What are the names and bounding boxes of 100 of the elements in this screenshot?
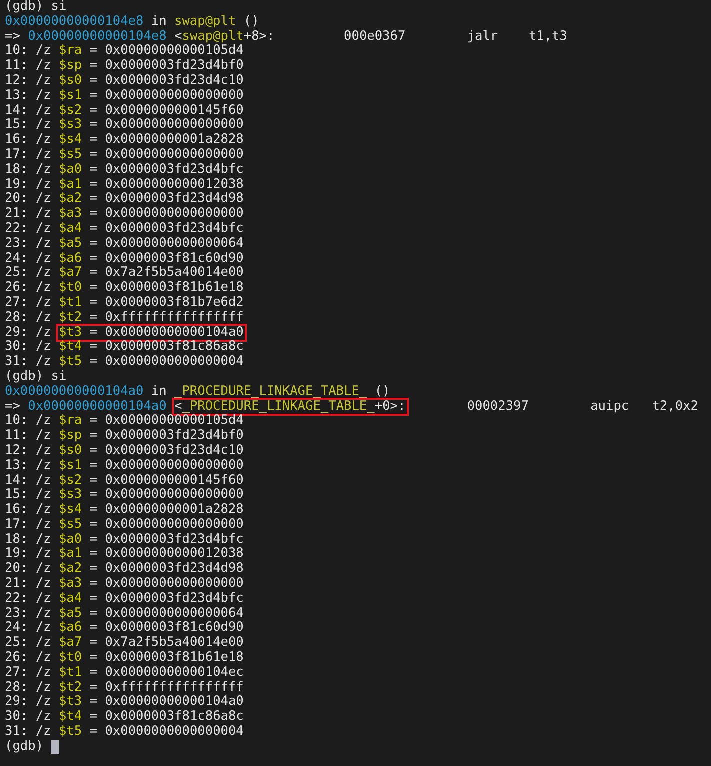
display-number: 21: (5, 577, 28, 592)
register-value: 0x0000003fd23d4d98 (105, 562, 244, 578)
symbol-label: <_PROCEDURE_LINKAGE_TABLE_+0>: (174, 400, 406, 414)
register-value: 0x0000003f81b7e6d2 (105, 296, 244, 311)
register-value: 0x0000003f81b61e18 (105, 651, 244, 666)
format-label: /z (36, 310, 52, 326)
equals-sign: = (90, 547, 98, 562)
format-label: /z (36, 44, 52, 60)
equals-sign: = (90, 725, 98, 740)
register-name: $a1 (58, 547, 82, 562)
equals-sign: = (90, 281, 98, 296)
register-value: 0x00000000000105d4 (105, 414, 244, 429)
register-name: $s0 (58, 74, 82, 89)
function-name: swap@plt (174, 14, 236, 30)
equals-sign: = (90, 680, 98, 696)
display-number: 24: (5, 252, 28, 266)
register-name: $t1 (58, 296, 82, 311)
format-label: /z (36, 178, 52, 192)
gdb-prompt: (gdb) (5, 0, 44, 15)
display-number: 14: (5, 474, 28, 488)
equals-sign: = (90, 148, 98, 163)
display-number: 30: (5, 340, 28, 356)
register-value: 0x0000000000012038 (105, 547, 244, 562)
equals-sign: = (90, 651, 98, 666)
display-number: 25: (5, 266, 28, 282)
register-name: $s2 (58, 104, 82, 118)
register-name: $sp (58, 429, 82, 444)
register-name: $a7 (58, 266, 82, 281)
format-label: /z (36, 695, 52, 710)
register-name: $s5 (58, 518, 82, 533)
format-label: /z (36, 458, 52, 474)
display-number: 31: (5, 725, 28, 740)
display-number: 12: (5, 444, 28, 459)
instruction-operands: t2,0x2 (652, 400, 698, 414)
register-value: 0x0000000000145f60 (105, 474, 244, 488)
instruction-encoding: 000e0367 (344, 30, 406, 44)
register-name: $t0 (58, 651, 82, 666)
equals-sign: = (90, 666, 98, 681)
format-label: /z (36, 547, 52, 562)
display-number: 18: (5, 162, 28, 178)
display-number: 23: (5, 236, 28, 252)
equals-sign: = (90, 133, 98, 148)
display-number: 30: (5, 710, 28, 726)
format-label: /z (36, 518, 52, 533)
register-value: 0x0000000000000000 (105, 207, 244, 222)
equals-sign: = (90, 88, 98, 104)
register-name: $s3 (58, 488, 82, 503)
current-arrow: => (5, 30, 20, 44)
format-label: /z (36, 192, 52, 208)
format-label: /z (36, 710, 52, 726)
register-name: $s4 (58, 133, 82, 148)
display-number: 13: (5, 458, 28, 474)
format-label: /z (36, 474, 52, 488)
register-name: $ra (58, 414, 82, 429)
register-name: $a3 (58, 577, 82, 592)
format-label: /z (36, 666, 52, 681)
in-keyword: in (151, 384, 167, 400)
register-name: $a4 (58, 222, 82, 237)
display-number: 20: (5, 562, 28, 578)
equals-sign: = (90, 222, 98, 237)
display-number: 29: (5, 695, 28, 710)
register-name: $a0 (58, 162, 82, 178)
register-value: 0x00000000000105d4 (105, 44, 244, 59)
register-value: 0x0000000000012038 (105, 178, 244, 192)
display-number: 10: (5, 414, 28, 430)
format-label: /z (36, 651, 52, 666)
register-value: 0x0000003f81c60d90 (105, 621, 244, 636)
format-label: /z (36, 680, 52, 696)
display-number: 29: (5, 326, 28, 340)
display-number: 18: (5, 532, 28, 548)
display-number: 19: (5, 178, 28, 192)
register-value: 0x7a2f5b5a40014e00 (105, 636, 244, 651)
register-name: $t2 (58, 680, 82, 695)
format-label: /z (36, 281, 52, 296)
function-name: _PROCEDURE_LINKAGE_TABLE_ (174, 384, 368, 400)
equals-sign: = (90, 340, 98, 356)
equals-sign: = (90, 252, 98, 266)
equals-sign: = (90, 710, 98, 726)
register-value: 0x0000000000000000 (105, 488, 244, 504)
register-name: $s4 (58, 503, 82, 518)
register-name: $t3 (58, 695, 82, 710)
equals-sign: = (90, 636, 98, 652)
format-label: /z (36, 266, 52, 282)
register-value: 0x0000003fd23d4bfc (105, 532, 244, 548)
address-text: 0x00000000000104a0 (5, 384, 144, 400)
register-name: $t3 (58, 326, 82, 340)
format-label: /z (36, 148, 52, 163)
equals-sign: = (90, 621, 98, 636)
format-label: /z (36, 488, 52, 504)
register-value: 0x0000003fd23d4c10 (105, 74, 244, 89)
equals-sign: = (90, 310, 98, 326)
display-number: 13: (5, 88, 28, 104)
equals-sign: = (90, 74, 98, 89)
format-label: /z (36, 532, 52, 548)
gdb-prompt: (gdb) (5, 370, 44, 385)
format-label: /z (36, 236, 52, 252)
format-label: /z (36, 252, 52, 266)
display-number: 28: (5, 680, 28, 696)
format-label: /z (36, 326, 52, 340)
command-text: si (51, 0, 67, 15)
